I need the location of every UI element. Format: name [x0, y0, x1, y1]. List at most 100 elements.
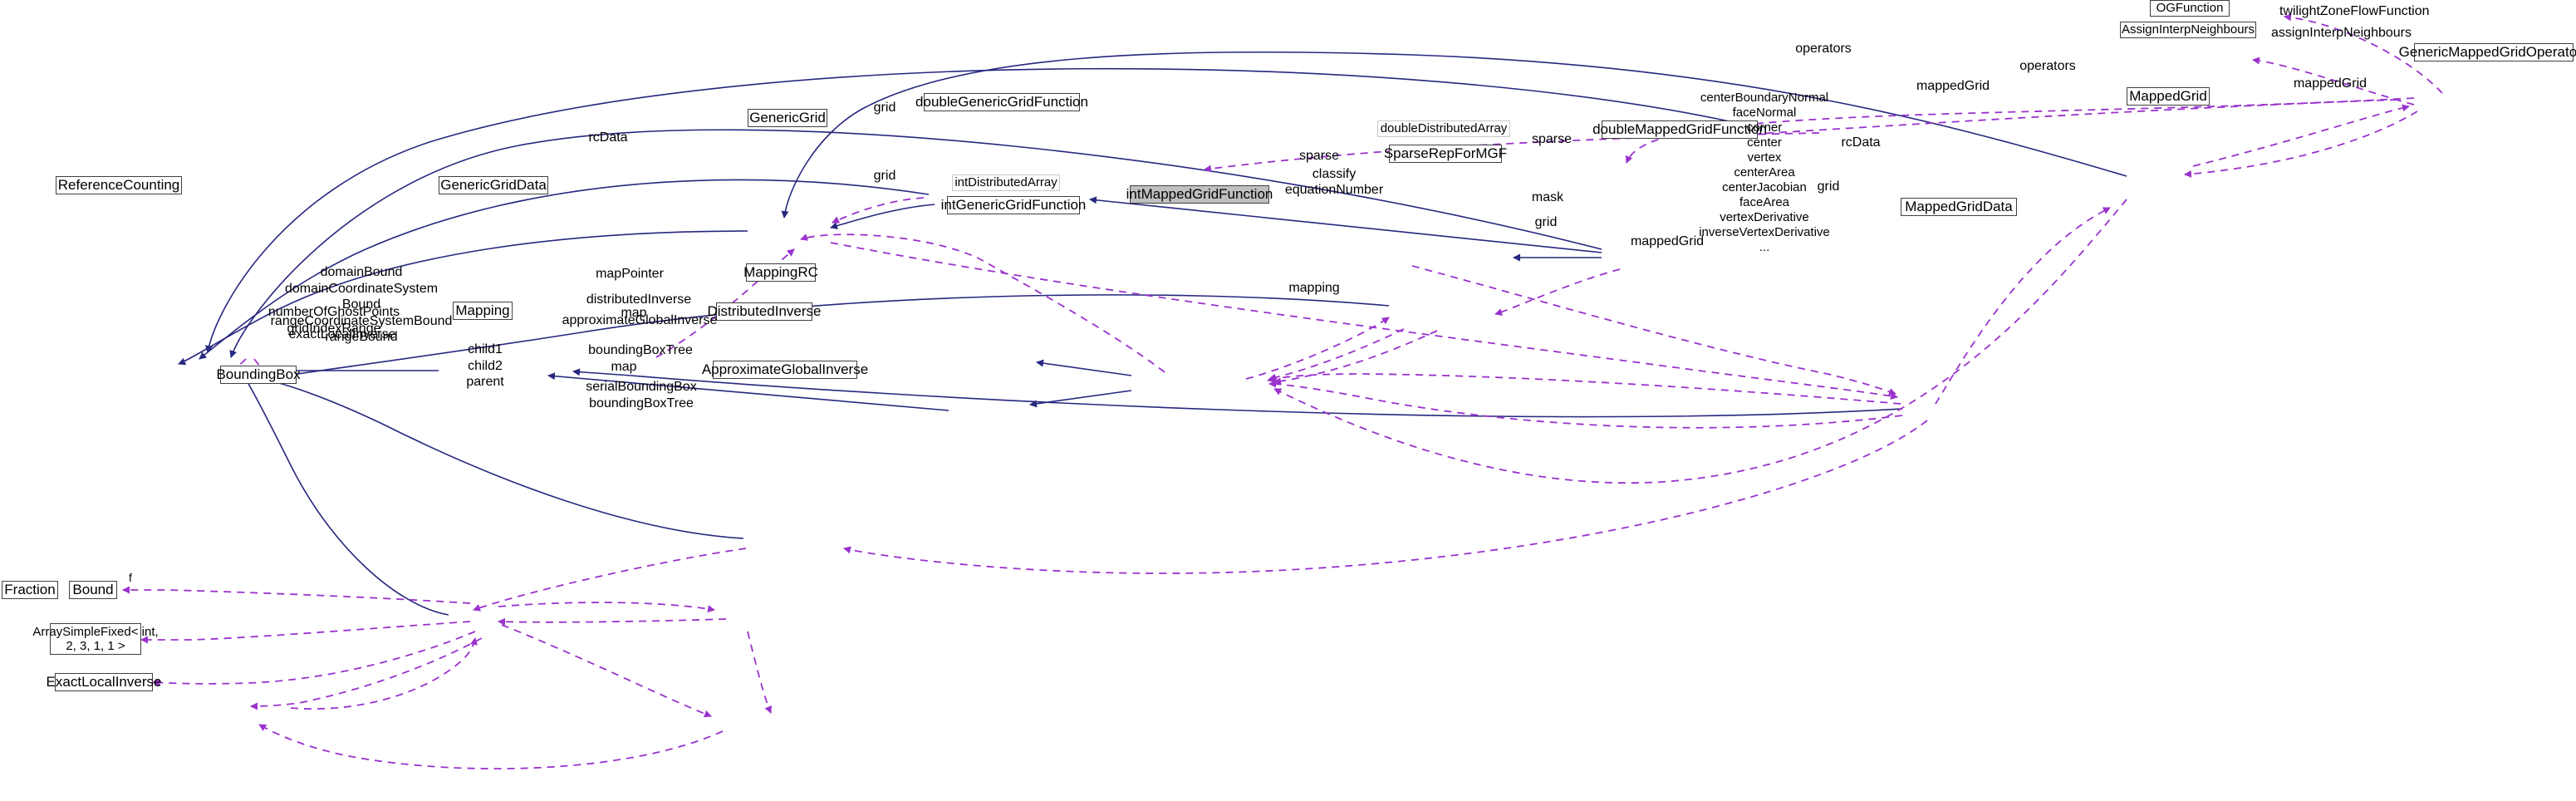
edge-label-assigninterpneighbours: assignInterpNeighbours: [2271, 25, 2421, 42]
edge-label-text: mapping: [1288, 281, 1340, 295]
edge-label-text: exactLocalInverse: [288, 327, 396, 342]
node-label: ApproximateGlobalInverse: [701, 361, 869, 378]
edge-label-text: serialBoundingBox boundingBoxTree: [586, 380, 697, 410]
node-assigninterpneighbours[interactable]: AssignInterpNeighbours: [2120, 22, 2256, 38]
diagram-edges: [74, 13, 2443, 769]
edge-label-mappedgrid-members: centerBoundaryNormal faceNormal corner c…: [1690, 91, 1839, 255]
edge-label-text: mask: [1531, 190, 1564, 204]
node-label: Bound: [72, 582, 114, 598]
edge-label-approximateglobalinverse: approximateGlobalInverse: [550, 312, 729, 329]
node-label: doubleDistributedArray: [1380, 121, 1508, 136]
node-mappedgrid[interactable]: MappedGrid: [2127, 87, 2210, 106]
edge-label-text: operators: [1795, 42, 1852, 56]
edge-label-text: classify equationNumber: [1284, 167, 1384, 198]
edge-label-text: map: [611, 360, 637, 374]
node-boundingbox[interactable]: BoundingBox: [216, 366, 301, 384]
edge-label-exactlocalinverse: exactLocalInverse: [281, 327, 404, 343]
node-label: intGenericGridFunction: [940, 197, 1087, 214]
edge-label-text: child1 child2 parent: [466, 342, 504, 390]
node-label: BoundingBox: [216, 366, 301, 383]
edge-label-text: rcData: [588, 130, 628, 145]
edge-label-boundingboxtree: boundingBoxTree: [578, 342, 703, 359]
edge-label-text: grid: [1534, 215, 1558, 229]
usage-edges: [74, 13, 2443, 769]
edge-label-serialboundingbox-boundingboxtree: serialBoundingBox boundingBoxTree: [572, 379, 711, 411]
edge-label-text: mappedGrid: [1916, 79, 1990, 93]
node-approximateglobalinverse[interactable]: ApproximateGlobalInverse: [702, 361, 868, 379]
node-label: OGFunction: [2156, 1, 2224, 16]
node-exactlocalinverse[interactable]: ExactLocalInverse: [47, 673, 161, 691]
node-label: doubleGenericGridFunction: [915, 94, 1088, 111]
node-label: ExactLocalInverse: [46, 674, 162, 690]
node-label: GenericGridData: [440, 177, 547, 194]
node-label: MappingRC: [743, 264, 818, 281]
edge-label-text: sparse: [1298, 149, 1340, 163]
node-label: MappedGridData: [1905, 199, 2013, 215]
edge-label-text: rcData: [1841, 135, 1881, 150]
edge-label-classify-equationnumber: classify equationNumber: [1276, 166, 1392, 198]
edge-label-mask: mask: [1527, 189, 1568, 206]
edge-label-text: boundingBoxTree: [588, 343, 693, 357]
edge-label-grid-1: grid: [867, 100, 902, 116]
node-label: intDistributedArray: [954, 175, 1057, 190]
node-distributedinverse[interactable]: DistributedInverse: [708, 302, 822, 321]
edge-label-operators-2: operators: [2010, 58, 2085, 75]
node-label: MappedGrid: [2129, 88, 2207, 105]
edge-label-text: assignInterpNeighbours: [2271, 26, 2412, 40]
edge-label-text: approximateGlobalInverse: [562, 313, 718, 327]
edge-label-text: grid: [1817, 179, 1840, 194]
node-intgenericgridfunction[interactable]: intGenericGridFunction: [941, 196, 1086, 214]
node-label: AssignInterpNeighbours: [2121, 22, 2255, 37]
node-label: ReferenceCounting: [57, 177, 180, 194]
edge-label-mappointer: mapPointer: [586, 266, 673, 283]
edge-label-mappedgrid-2: mappedGrid: [2284, 76, 2376, 92]
edge-label-sparse-2: sparse: [1293, 148, 1346, 165]
edge-label-mappedgrid-1: mappedGrid: [1907, 78, 1999, 95]
node-mappingrc[interactable]: MappingRC: [743, 263, 818, 282]
node-arraysimplefixed[interactable]: ArraySimpleFixed< int, 2, 3, 1, 1 >: [32, 623, 159, 655]
node-label: ArraySimpleFixed< int, 2, 3, 1, 1 >: [32, 624, 159, 653]
edge-label-text: grid: [873, 169, 896, 183]
node-intdistributedarray[interactable]: intDistributedArray: [952, 174, 1060, 191]
node-mappedgriddata[interactable]: MappedGridData: [1901, 198, 2017, 216]
edge-label-text: f: [129, 571, 132, 584]
collaboration-diagram: Fraction Bound ArraySimpleFixed< int, 2,…: [0, 0, 2576, 801]
edge-label-grid-2: grid: [867, 168, 902, 184]
edge-label-mapping: mapping: [1279, 280, 1349, 297]
node-label: SparseRepForMGF: [1383, 145, 1508, 162]
node-ogfunction[interactable]: OGFunction: [2150, 0, 2230, 17]
node-doublegenericgridfunction[interactable]: doubleGenericGridFunction: [915, 93, 1088, 111]
node-intmappedgridfunction[interactable]: intMappedGridFunction: [1126, 185, 1273, 204]
node-label: Fraction: [4, 582, 56, 598]
node-sparserepformgf[interactable]: SparseRepForMGF: [1384, 145, 1507, 163]
edge-label-rcdata-2: rcData: [1834, 135, 1887, 151]
edge-label-text: sparse: [1531, 132, 1573, 146]
node-genericgriddata[interactable]: GenericGridData: [439, 176, 548, 194]
node-doubledistributedarray[interactable]: doubleDistributedArray: [1377, 120, 1510, 137]
edge-label-text: grid: [873, 101, 896, 115]
edge-label-sparse-1: sparse: [1525, 131, 1578, 148]
node-referencecounting[interactable]: ReferenceCounting: [56, 176, 182, 194]
edge-label-map-2: map: [605, 359, 643, 376]
edge-label-f: f: [125, 571, 136, 586]
node-genericgrid[interactable]: GenericGrid: [748, 109, 827, 127]
node-label: GenericMappedGridOperators: [2398, 44, 2576, 61]
edge-label-text: mappedGrid: [2293, 76, 2367, 91]
edge-label-text: centerBoundaryNormal faceNormal corner c…: [1699, 91, 1830, 254]
edge-label-text: mapPointer: [596, 267, 664, 281]
edge-label-grid-4: grid: [1528, 214, 1563, 231]
node-genericmappedgridoperators[interactable]: GenericMappedGridOperators: [2399, 43, 2576, 61]
edge-label-text: twilightZoneFlowFunction: [2279, 4, 2430, 18]
node-label: intMappedGridFunction: [1126, 186, 1273, 203]
node-bound[interactable]: Bound: [69, 581, 117, 599]
edge-label-child1-child2-parent: child1 child2 parent: [459, 342, 512, 391]
edge-label-mappedgrid-3: mappedGrid: [1622, 233, 1713, 250]
node-fraction[interactable]: Fraction: [2, 581, 58, 599]
edge-label-grid-3: grid: [1811, 179, 1846, 195]
edge-label-text: mappedGrid: [1630, 234, 1705, 248]
edge-label-text: operators: [2019, 59, 2076, 73]
node-label: GenericGrid: [749, 110, 826, 126]
edge-label-rcdata-1: rcData: [581, 130, 635, 146]
edge-label-operators-1: operators: [1786, 41, 1861, 57]
edge-label-twilightzoneflowfunction: twilightZoneFlowFunction: [2279, 3, 2430, 20]
